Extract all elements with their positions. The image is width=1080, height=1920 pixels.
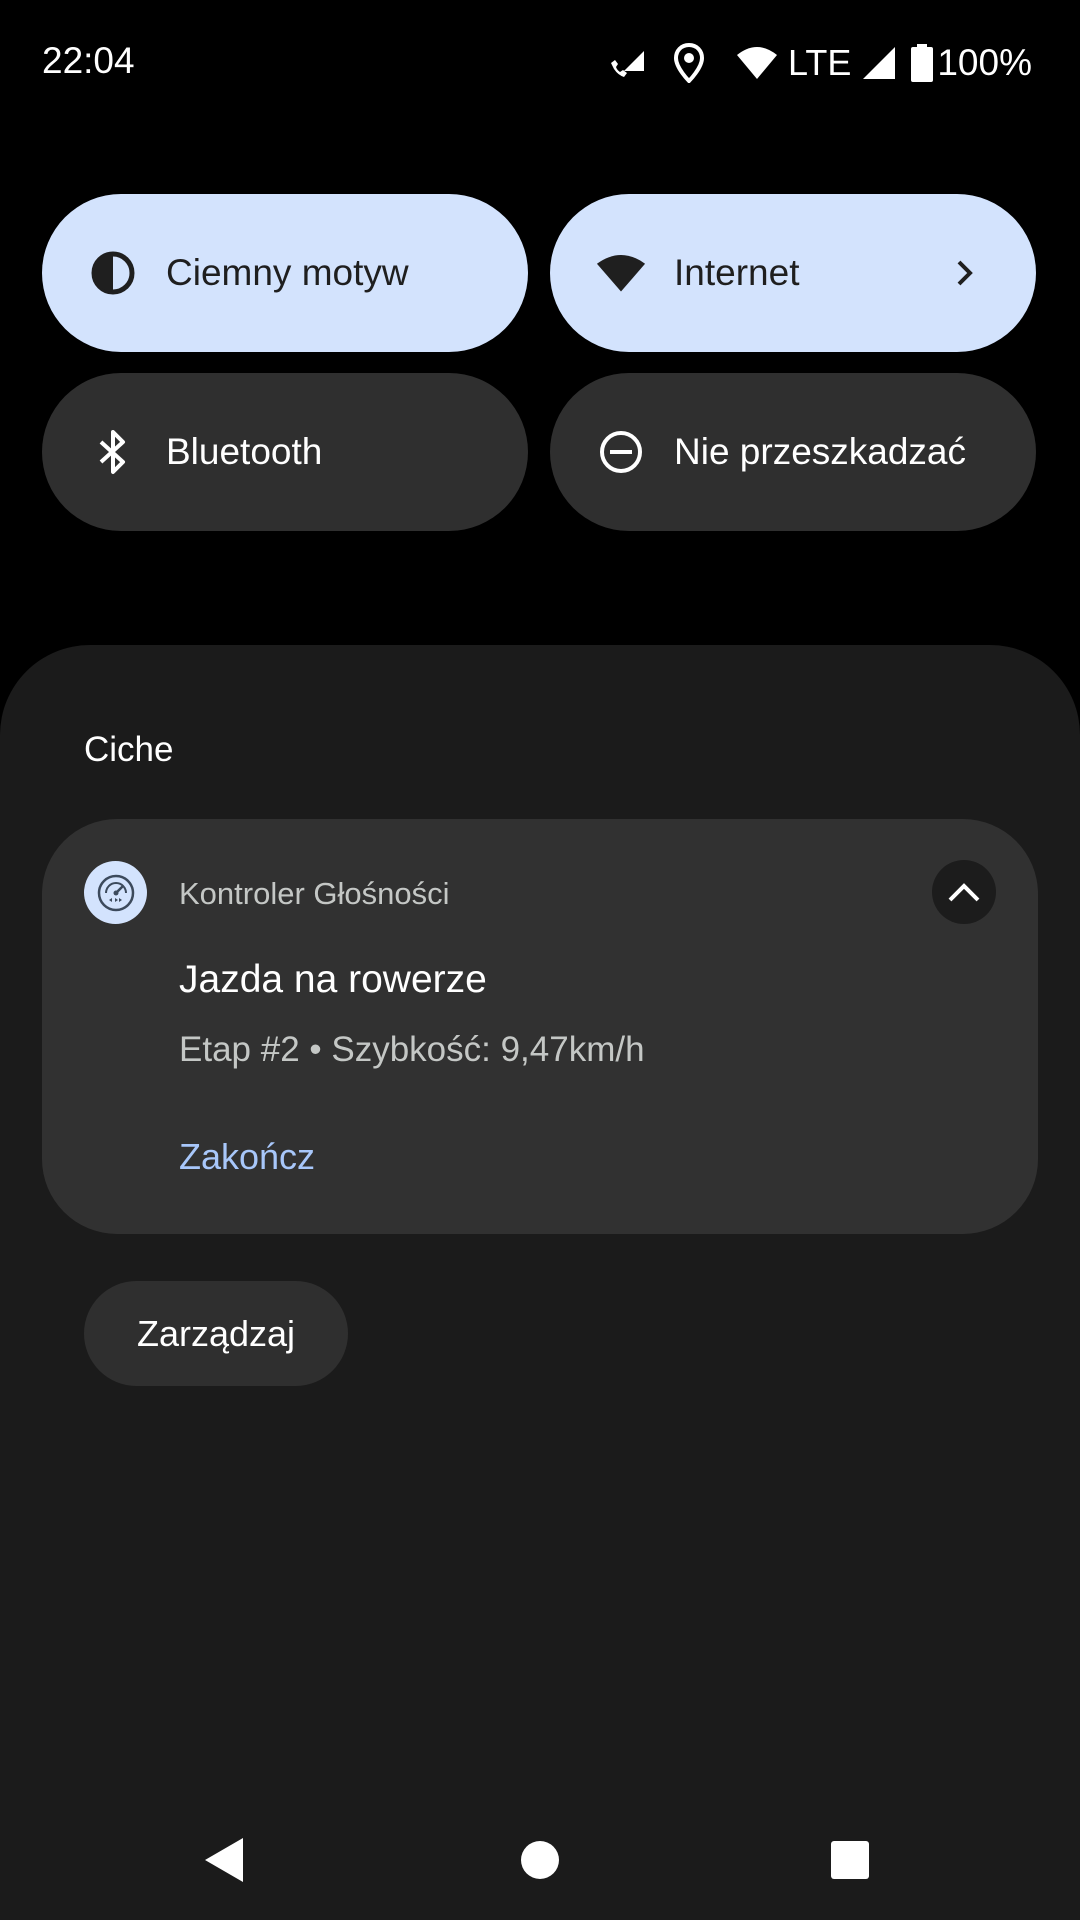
signal-icon (861, 45, 897, 81)
chevron-up-icon (948, 883, 980, 902)
status-time: 22:04 (42, 40, 135, 81)
network-type-label: LTE (788, 42, 852, 83)
chevron-right-icon (940, 248, 990, 298)
back-button[interactable] (195, 1830, 255, 1890)
tile-label: Nie przeszkadzać (674, 431, 967, 472)
status-bar: 22:04 LTE 100% (0, 0, 1080, 128)
section-header-silent: Ciche (84, 730, 174, 769)
home-button[interactable] (510, 1830, 570, 1890)
manage-button[interactable]: Zarządzaj (84, 1281, 348, 1386)
bluetooth-icon (88, 427, 138, 477)
tile-label: Internet (674, 252, 800, 293)
recents-button[interactable] (820, 1830, 880, 1890)
status-icons: LTE 100% (608, 40, 1032, 86)
tile-label: Ciemny motyw (166, 252, 409, 293)
notification-app-name: Kontroler Głośności (179, 876, 450, 911)
notification-title: Jazda na rowerze (179, 958, 487, 1001)
location-icon (674, 43, 704, 83)
tile-internet[interactable]: Internet (550, 194, 1036, 352)
dark-theme-icon (88, 248, 138, 298)
wifi-icon (736, 45, 778, 81)
home-icon (521, 1841, 559, 1879)
tile-bluetooth[interactable]: Bluetooth (42, 373, 528, 531)
tile-label: Bluetooth (166, 431, 323, 472)
do-not-disturb-icon (596, 427, 646, 477)
battery-percent: 100% (937, 42, 1032, 83)
battery-icon (911, 44, 934, 82)
recents-icon (831, 1841, 869, 1879)
tile-dark-theme[interactable]: Ciemny motyw (42, 194, 528, 352)
speedometer-app-icon (84, 861, 147, 924)
wifi-icon (596, 248, 646, 298)
tile-do-not-disturb[interactable]: Nie przeszkadzać (550, 373, 1036, 531)
notification-text: Etap #2 • Szybkość: 9,47km/h (179, 1030, 645, 1069)
collapse-button[interactable] (932, 860, 996, 924)
wifi-calling-icon (608, 43, 648, 83)
back-icon (205, 1838, 243, 1882)
finish-action-button[interactable]: Zakończ (179, 1136, 315, 1178)
